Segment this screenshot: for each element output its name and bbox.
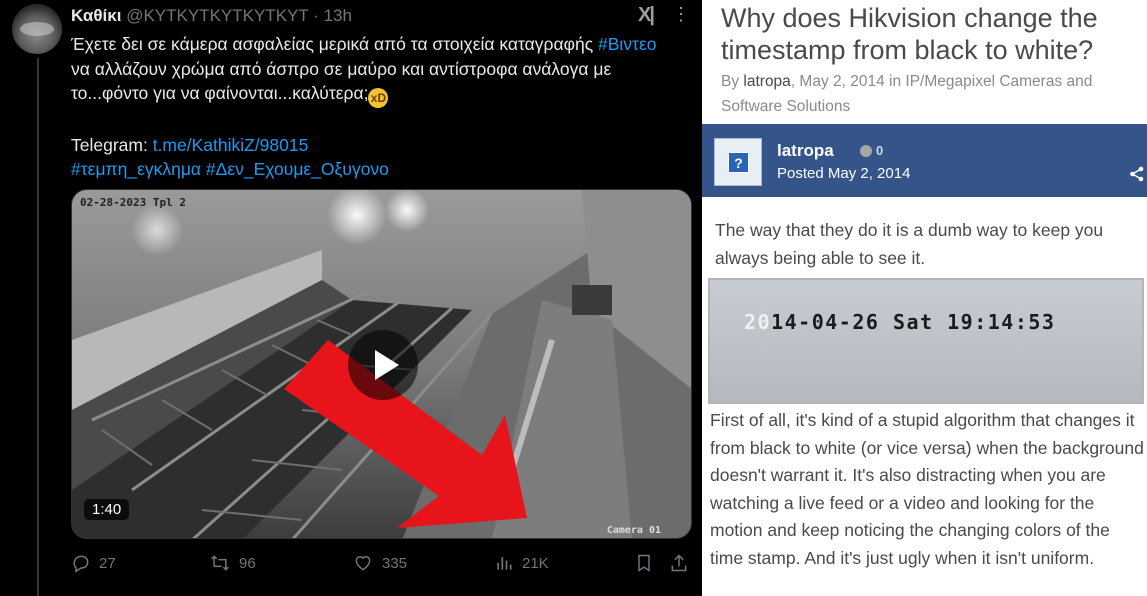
reputation-count: 0 (876, 143, 884, 158)
tweet-line-text: Έχετε δει σε κάμερα ασφαλείας μερικά από… (71, 34, 598, 54)
post-author-name[interactable]: latropa (777, 141, 834, 161)
tweet-actions: 27 96 335 21K (71, 553, 692, 579)
grinning-squinting-emoji-icon: xD (368, 88, 389, 108)
user-handle[interactable]: @KYTKYTKYTKYTKYT (126, 6, 308, 25)
like-button[interactable]: 335 (352, 553, 407, 573)
tweet-line-1: Έχετε δει σε κάμερα ασφαλείας μερικά από… (71, 32, 691, 57)
views-chart-icon (497, 557, 512, 570)
timestamp-rest: 14-04-26 Sat 19:14:53 (771, 310, 1056, 334)
author-avatar[interactable] (12, 4, 62, 54)
telegram-line: Telegram: t.me/KathikiZ/98015 (71, 133, 691, 158)
share-icon[interactable] (1129, 166, 1145, 182)
timestamp-screenshot-text: 2014-04-26 Sat 19:14:53 (744, 310, 1055, 334)
timestamp-screenshot: 2014-04-26 Sat 19:14:53 (708, 278, 1144, 404)
reply-count: 27 (99, 554, 116, 572)
telegram-link[interactable]: t.me/KathikiZ/98015 (153, 135, 309, 155)
share-button[interactable] (669, 553, 689, 573)
bookmark-button[interactable] (634, 553, 654, 573)
tweet-line-3: το...φόντο για να φαίνονται...καλύτερα; x… (71, 81, 691, 108)
hashtag-link[interactable]: #Βιντεο (598, 34, 657, 54)
more-options-icon[interactable]: ⋮ (672, 4, 690, 25)
video-camera-label: Camera 01 (606, 525, 661, 536)
tweet-header: Καθίκι @KYTKYTKYTKYTKYT · 13h (71, 6, 352, 26)
topic-title: Why does Hikvision change the timestamp … (721, 3, 1098, 65)
reply-icon (73, 555, 89, 573)
post-author-avatar[interactable]: ? (714, 138, 762, 186)
tweet-time[interactable]: · 13h (313, 6, 352, 25)
grok-icon[interactable]: X| (638, 4, 655, 27)
telegram-label: Telegram: (71, 134, 153, 155)
retweet-button[interactable]: 96 (209, 553, 256, 573)
views-button[interactable]: 21K (494, 553, 549, 573)
like-count: 335 (382, 554, 408, 572)
posted-date[interactable]: May 2, 2014 (828, 165, 911, 182)
retweet-icon (211, 555, 229, 571)
post-author-bar: ? latropa 0 Posted May 2, 2014 (702, 124, 1147, 197)
tweet-panel: Καθίκι @KYTKYTKYTKYTKYT · 13h X| ⋮ Έχετε… (0, 0, 702, 596)
reputation-dot-icon (860, 145, 872, 157)
tweet-line-2: να αλλάζουν χρώμα από άσπρο σε μαύρο και… (71, 58, 612, 79)
video-player[interactable]: 02-28-2023 Tpl 2 Camera 01 1:40 (71, 189, 692, 539)
topic-date: , May 2, 2014 in (790, 73, 906, 90)
question-mark-icon: ? (728, 152, 749, 173)
retweet-count: 96 (239, 554, 256, 572)
video-timestamp-overlay: 02-28-2023 Tpl 2 (80, 196, 186, 209)
thread-line (37, 58, 39, 596)
bookmark-icon (638, 554, 650, 572)
forum-panel: Why does Hikvision change the timestamp … (702, 0, 1147, 596)
tweet-text: Έχετε δει σε κάμερα ασφαλείας μερικά από… (71, 32, 691, 182)
post-date: Posted May 2, 2014 (777, 165, 910, 182)
tweet-line-text: το...φόντο για να φαίνονται...καλύτερα; (71, 83, 369, 103)
views-count: 21K (522, 554, 549, 572)
play-icon[interactable] (348, 330, 418, 400)
topic-author-link[interactable]: latropa (743, 73, 790, 90)
timestamp-lead-digits: 20 (744, 310, 772, 334)
video-duration: 1:40 (84, 499, 130, 520)
share-icon (671, 554, 687, 572)
topic-meta: By latropa, May 2, 2014 in IP/Megapixel … (721, 69, 1141, 119)
by-label: By (721, 73, 744, 90)
heart-icon (355, 556, 371, 571)
post-paragraph-2: First of all, it's kind of a stupid algo… (710, 410, 1144, 568)
reply-button[interactable]: 27 (71, 553, 116, 573)
posted-label: Posted (777, 165, 828, 182)
hashtags-link[interactable]: #τεμπη_εγκλημα #Δεν_Εχουμε_Οξυγονο (71, 157, 691, 182)
display-name[interactable]: Καθίκι (71, 6, 121, 25)
post-paragraph-1: The way that they do it is a dumb way to… (715, 220, 1104, 268)
